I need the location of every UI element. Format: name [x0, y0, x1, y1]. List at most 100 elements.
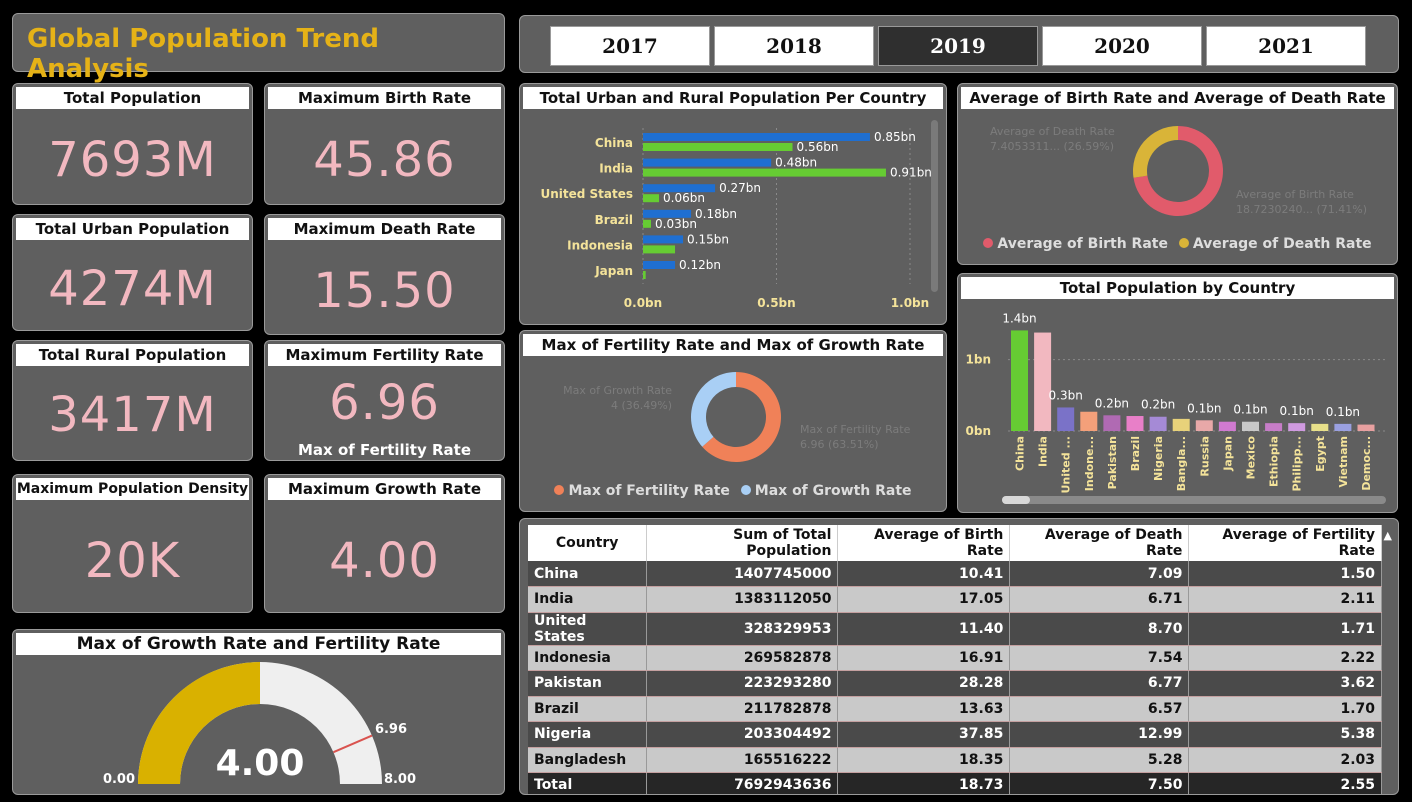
donut-slice — [691, 372, 736, 447]
kpi-title: Maximum Population Density — [16, 478, 249, 500]
table-cell: 5.38 — [1188, 721, 1382, 748]
table-header-row: Country Sum of Total Population Average of… — [528, 525, 1382, 561]
gauge-value: 4.00 — [216, 743, 305, 784]
bar-urban — [643, 235, 684, 244]
table-cell: 223293280 — [646, 670, 839, 697]
bar — [1011, 330, 1028, 431]
kpi-subtitle: Max of Fertility Rate — [298, 441, 471, 459]
bar — [1126, 416, 1144, 431]
table-cell: 2.55 — [1188, 772, 1382, 794]
table-cell: 1383112050 — [646, 586, 839, 613]
table-cell: 7.50 — [1009, 772, 1190, 794]
kpi-card-max-death-rate: Maximum Death Rate 15.50 — [264, 214, 505, 335]
bar — [1218, 421, 1236, 431]
year-button-2019[interactable]: 2019 — [878, 26, 1038, 66]
table-cell: 165516222 — [646, 747, 839, 773]
data-label: 0.48bn — [775, 156, 817, 170]
category-label: Indone... — [1083, 436, 1096, 491]
column-header[interactable]: Sum of Total Population — [646, 525, 839, 561]
bar — [1172, 418, 1190, 431]
table-row[interactable]: India 1383112050 17.05 6.71 2.11 — [528, 586, 1382, 613]
table-cell: 16.91 — [837, 645, 1011, 671]
table-cell: Indonesia — [528, 645, 648, 671]
slice-label: 18.7230240... (71.41%) — [1236, 203, 1367, 216]
column-header[interactable]: Average of Birth Rate — [837, 525, 1011, 561]
data-label: 0.27bn — [719, 181, 761, 195]
table-row[interactable]: Nigeria 203304492 37.85 12.99 5.38 — [528, 721, 1382, 748]
table-row[interactable]: Bangladesh 165516222 18.35 5.28 2.03 — [528, 747, 1382, 773]
category-label: Philipp... — [1291, 436, 1304, 492]
table-cell: 269582878 — [646, 645, 839, 671]
table-cell: 7.09 — [1009, 561, 1190, 587]
category-label: Egypt — [1314, 436, 1327, 472]
category-label: Mexico — [1245, 436, 1258, 480]
y-tick-label: 0bn — [966, 424, 991, 438]
column-header[interactable]: Average of Death Rate — [1009, 525, 1190, 561]
category-label: Vietnam — [1337, 436, 1350, 488]
data-label: 0.1bn — [1187, 401, 1221, 415]
legend-dot — [983, 238, 994, 248]
kpi-value: 4.00 — [329, 533, 440, 589]
kpi-card-max-fertility: Maximum Fertility Rate 6.96 Max of Ferti… — [264, 340, 505, 461]
table-cell: Brazil — [528, 696, 648, 722]
column-header[interactable]: Average of Fertility Rate — [1188, 525, 1382, 561]
table-cell: 6.57 — [1009, 696, 1190, 722]
data-label: 0.3bn — [1049, 388, 1083, 402]
kpi-card-max-density: Maximum Population Density 20K — [12, 474, 253, 613]
bar — [1334, 423, 1352, 431]
kpi-title: Maximum Fertility Rate — [268, 344, 501, 366]
year-button-2017[interactable]: 2017 — [550, 26, 710, 66]
chart-legend: Average of Birth Rate Average of Death R… — [958, 236, 1397, 252]
table-cell: 11.40 — [837, 612, 1011, 646]
data-label: 0.91bn — [890, 166, 932, 180]
x-tick-label: 0.0bn — [624, 296, 662, 310]
kpi-card-total-population: Total Population 7693M — [12, 83, 253, 205]
legend-label: Average of Death Rate — [1192, 236, 1372, 252]
kpi-value: 3417M — [48, 387, 217, 443]
chart-scrollbar[interactable] — [931, 120, 938, 292]
donut-slice — [1133, 126, 1178, 178]
table-cell: 1.70 — [1188, 696, 1382, 722]
category-label: China — [1014, 436, 1027, 471]
scroll-up-icon[interactable]: ▲ — [1384, 529, 1392, 542]
bar — [1288, 423, 1306, 431]
table-body: China 1407745000 10.41 7.09 1.50 India 1383112… — [528, 561, 1382, 794]
data-label: 0.1bn — [1233, 403, 1267, 417]
year-button-2020[interactable]: 2020 — [1042, 26, 1202, 66]
slice-label: Average of Death Rate — [990, 125, 1115, 138]
table-cell: 12.99 — [1009, 721, 1190, 748]
table-cell: 2.22 — [1188, 645, 1382, 671]
slice-label: 6.96 (63.51%) — [800, 438, 879, 451]
data-label: 0.2bn — [1141, 398, 1175, 412]
data-label: 0.15bn — [687, 232, 729, 246]
slice-label: 4 (36.49%) — [611, 399, 672, 412]
year-button-group: 2017 2018 2019 2020 2021 — [550, 26, 1366, 66]
table-cell: China — [528, 561, 648, 587]
table-cell: 1.50 — [1188, 561, 1382, 587]
data-label: 0.2bn — [1095, 396, 1129, 410]
table-row[interactable]: Brazil 211782878 13.63 6.57 1.70 — [528, 696, 1382, 722]
bar-rural — [643, 271, 646, 279]
kpi-card-max-birth-rate: Maximum Birth Rate 45.86 — [264, 83, 505, 205]
table-row[interactable]: Pakistan 223293280 28.28 6.77 3.62 — [528, 670, 1382, 697]
column-header[interactable]: Country — [528, 525, 648, 561]
bar — [1103, 415, 1121, 431]
table-cell: 203304492 — [646, 721, 839, 748]
bar — [1149, 416, 1167, 431]
table-row[interactable]: Indonesia 269582878 16.91 7.54 2.22 — [528, 645, 1382, 671]
kpi-value: 4274M — [48, 261, 217, 317]
year-button-2018[interactable]: 2018 — [714, 26, 874, 66]
table-cell: Pakistan — [528, 670, 648, 697]
table-cell: 18.73 — [837, 772, 1011, 794]
table-row[interactable]: China 1407745000 10.41 7.09 1.50 — [528, 561, 1382, 587]
legend-dot — [740, 485, 751, 495]
category-label: India — [1037, 436, 1050, 467]
table-row[interactable]: United States 328329953 11.40 8.70 1.71 — [528, 612, 1382, 646]
data-label: 0.12bn — [679, 258, 721, 272]
kpi-title: Maximum Birth Rate — [268, 87, 501, 109]
table-cell: 2.03 — [1188, 747, 1382, 773]
legend-label: Max of Fertility Rate — [568, 483, 730, 499]
gauge-max-label: 8.00 — [384, 772, 416, 787]
slice-label: Average of Birth Rate — [1236, 188, 1354, 201]
year-button-2021[interactable]: 2021 — [1206, 26, 1366, 66]
